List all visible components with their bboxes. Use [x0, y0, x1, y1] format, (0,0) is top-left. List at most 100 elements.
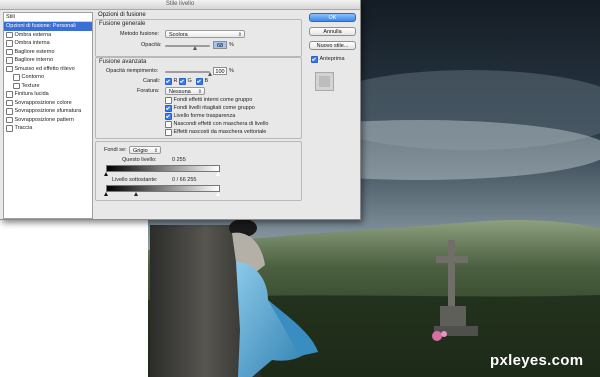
style-item[interactable]: Bagliore interno [4, 56, 92, 65]
style-item-label: Finitura lucida [14, 91, 49, 97]
channel-g-checkbox[interactable] [179, 78, 186, 85]
layer-style-dialog: Stile livello Stili Opzioni di fusione: … [0, 0, 361, 220]
fill-opacity-slider[interactable] [165, 71, 210, 73]
style-item[interactable]: Opzioni di fusione: Personali [4, 22, 92, 31]
style-preview-swatch [315, 72, 334, 91]
style-item[interactable]: Ombra interna [4, 39, 92, 48]
dropdown-arrow-icon: ⇕ [197, 89, 202, 95]
channel-g-label: G [187, 78, 192, 85]
channel-r-label: R [173, 78, 178, 85]
style-item-label: Texture [21, 82, 40, 89]
option-row[interactable]: Fondi livelli ritagliati come gruppo [165, 105, 255, 112]
this-layer-gradient[interactable] [106, 165, 220, 172]
this-layer-white-thumb[interactable] [216, 172, 220, 176]
style-item[interactable]: Finitura lucida [4, 90, 92, 99]
style-item-label: Sovrapposizione pattern [14, 116, 74, 123]
style-item[interactable]: Traccia [4, 124, 92, 133]
general-blending-group: Fusione generale Metodo fusione: Scolora… [95, 19, 302, 57]
style-item[interactable]: Smusso ed effetto rilievo [4, 65, 92, 74]
channel-g[interactable]: G [179, 78, 192, 85]
opacity-slider-thumb[interactable] [193, 46, 198, 50]
style-item[interactable]: Sovrapposizione colore [4, 99, 92, 108]
style-item-checkbox[interactable] [6, 116, 13, 123]
option-label: Fondi effetti interni come gruppo [173, 97, 253, 104]
style-item-checkbox[interactable] [13, 74, 20, 81]
style-item-checkbox[interactable] [6, 91, 13, 98]
channel-r[interactable]: R [165, 78, 177, 85]
underlying-layer-gradient[interactable] [106, 185, 220, 192]
style-preview-inner [319, 76, 330, 87]
style-item-label: Traccia [14, 125, 33, 131]
new-style-button[interactable]: Nuovo stile... [309, 41, 356, 50]
fill-opacity-slider-thumb[interactable] [207, 72, 212, 76]
option-label: Effetti nascosti da maschera vettoriale [173, 129, 267, 136]
underlying-layer-split-thumb[interactable] [134, 192, 138, 196]
style-item-checkbox[interactable] [6, 31, 13, 38]
channel-b-checkbox[interactable] [196, 78, 203, 85]
blend-if-label: Fondi se: [104, 147, 127, 153]
option-checkbox[interactable] [165, 121, 172, 128]
underlying-layer-label: Livello sottostante: [112, 177, 158, 183]
style-item-checkbox[interactable] [13, 82, 20, 89]
this-layer-values: 0 255 [172, 157, 186, 163]
blend-if-group: Fondi se: Grigio ⇕ Questo livello: 0 255… [95, 141, 302, 201]
style-item-label: Smusso ed effetto rilievo [14, 65, 75, 72]
style-item-checkbox[interactable] [6, 99, 13, 106]
style-item[interactable]: Ombra esterna [4, 31, 92, 40]
style-item[interactable]: Sovrapposizione pattern [4, 116, 92, 125]
channels-label: Canali: [143, 78, 161, 84]
option-row[interactable]: Effetti nascosti da maschera vettoriale [165, 129, 266, 136]
style-item-label: Bagliore esterno [14, 48, 55, 55]
advanced-blending-group: Fusione avanzata Opacità riempimento: 10… [95, 57, 302, 139]
style-item-checkbox[interactable] [6, 108, 13, 115]
this-layer-black-thumb[interactable] [104, 172, 108, 176]
style-item-label: Opzioni di fusione: Personali [6, 23, 76, 29]
option-checkbox[interactable] [165, 97, 172, 104]
blend-mode-select[interactable]: Scolora ⇕ [165, 30, 245, 38]
dialog-title: Stile livello [0, 0, 360, 10]
option-label: Nascondi effetti con maschera di livello [173, 121, 269, 128]
channel-b[interactable]: B [196, 78, 208, 85]
knockout-select[interactable]: Nessuna ⇕ [165, 87, 205, 95]
fill-opacity-label: Opacità riempimento: [106, 68, 159, 74]
watermark: pxleyes.com [490, 352, 584, 369]
style-item[interactable]: Bagliore esterno [4, 48, 92, 57]
fill-opacity-input[interactable]: 100 [213, 67, 227, 75]
ok-button[interactable]: OK [309, 13, 356, 22]
preview-toggle[interactable]: Anteprima [311, 56, 345, 63]
option-label: Fondi livelli ritagliati come gruppo [173, 105, 255, 112]
style-item[interactable]: Sovrapposizione sfumatura [4, 107, 92, 116]
option-checkbox[interactable] [165, 113, 172, 120]
knockout-value: Nessuna [169, 89, 191, 95]
blend-if-select[interactable]: Grigio ⇕ [129, 146, 161, 154]
style-item[interactable]: Texture [4, 82, 92, 91]
styles-items: Opzioni di fusione: Personali Ombra ester… [4, 22, 92, 133]
channel-r-checkbox[interactable] [165, 78, 172, 85]
option-checkbox[interactable] [165, 129, 172, 136]
option-label: Livello forme trasparenza [173, 113, 236, 120]
underlying-layer-white-thumb[interactable] [216, 192, 220, 196]
opacity-slider[interactable] [165, 45, 210, 47]
underlying-layer-black-thumb[interactable] [104, 192, 108, 196]
knockout-label: Foratura: [137, 88, 160, 94]
option-row[interactable]: Livello forme trasparenza [165, 113, 235, 120]
option-row[interactable]: Nascondi effetti con maschera di livello [165, 121, 268, 128]
option-row[interactable]: Fondi effetti interni come gruppo [165, 97, 252, 104]
underlying-layer-values: 0 / 66 255 [172, 177, 197, 183]
section-title: Opzioni di fusione [98, 12, 146, 18]
style-item-checkbox[interactable] [6, 57, 13, 64]
style-item-checkbox[interactable] [6, 65, 13, 72]
styles-header[interactable]: Stili [4, 13, 92, 22]
opacity-input[interactable]: 68 [213, 41, 227, 49]
preview-label: Anteprima [319, 56, 345, 63]
cancel-button[interactable]: Annulla [309, 27, 356, 36]
preview-checkbox[interactable] [311, 56, 318, 63]
option-checkbox[interactable] [165, 105, 172, 112]
style-item-label: Sovrapposizione sfumatura [14, 108, 82, 114]
style-item-checkbox[interactable] [6, 48, 13, 55]
style-item-checkbox[interactable] [6, 125, 13, 132]
channel-b-label: B [204, 78, 209, 85]
styles-list: Stili Opzioni di fusione: Personali Ombra… [3, 12, 93, 219]
style-item[interactable]: Contorno [4, 73, 92, 82]
style-item-checkbox[interactable] [6, 40, 13, 47]
